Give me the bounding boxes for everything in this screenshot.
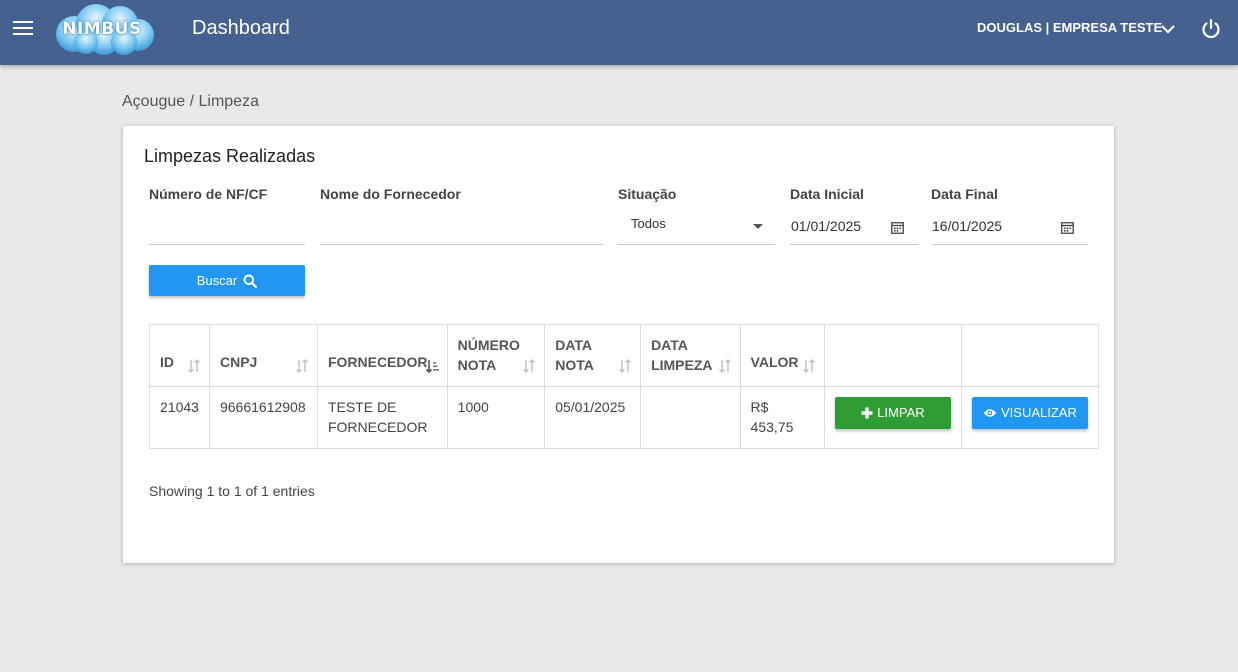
- header-action-limpar: [823, 324, 962, 387]
- limpezas-table: ID CNPJ FORNECEDOR NÚMERO NOTA DATA NOTA…: [149, 324, 1100, 449]
- table-header-row: ID CNPJ FORNECEDOR NÚMERO NOTA DATA NOTA…: [149, 324, 1100, 387]
- sort-asc-icon: [425, 360, 439, 374]
- card-title: Limpezas Realizadas: [144, 146, 316, 166]
- header-data-nota[interactable]: DATA NOTA: [544, 324, 642, 387]
- fornecedor-label: Nome do Fornecedor: [320, 186, 461, 202]
- limpar-label: LIMPAR: [877, 405, 925, 420]
- limpezas-card: Limpezas Realizadas Número de NF/CF Nome…: [123, 126, 1114, 563]
- search-icon: [243, 274, 258, 288]
- data-inicial-label: Data Inicial: [790, 186, 864, 202]
- caret-down-icon: [753, 224, 763, 229]
- cell-visualizar: VISUALIZAR: [960, 386, 1100, 449]
- data-final-input[interactable]: 16/01/2025: [931, 210, 1088, 245]
- cell-valor: R$ 453,75: [739, 386, 825, 449]
- breadcrumb: Açougue / Limpeza: [122, 93, 259, 110]
- calendar-icon[interactable]: [891, 221, 904, 234]
- hamburger-icon[interactable]: [13, 20, 35, 37]
- entries-info: Showing 1 to 1 of 1 entries: [149, 483, 315, 499]
- header-data-limpeza[interactable]: DATA LIMPEZA: [640, 324, 741, 387]
- user-company-label[interactable]: DOUGLAS | EMPRESA TESTE: [977, 20, 1162, 35]
- nf-label: Número de NF/CF: [149, 186, 268, 202]
- visualizar-label: VISUALIZAR: [1000, 405, 1077, 420]
- power-icon[interactable]: [1200, 18, 1222, 40]
- cell-cnpj: 96661612908: [208, 386, 318, 449]
- cell-numero-nota: 1000: [446, 386, 546, 449]
- fornecedor-input[interactable]: [320, 210, 603, 245]
- cell-data-limpeza: [640, 386, 741, 449]
- calendar-icon[interactable]: [1061, 221, 1074, 234]
- situacao-value: Todos: [631, 216, 666, 231]
- header-cnpj[interactable]: CNPJ: [208, 324, 318, 387]
- sort-icon: [802, 358, 815, 374]
- cell-fornecedor: TESTE DE FORNECEDOR: [316, 386, 448, 449]
- buscar-label: Buscar: [196, 273, 238, 288]
- cell-id: 21043: [149, 386, 210, 449]
- eye-icon: [983, 409, 997, 417]
- sort-icon: [295, 358, 308, 374]
- situacao-select[interactable]: Todos: [618, 210, 775, 245]
- header-id[interactable]: ID: [149, 324, 210, 387]
- chevron-down-icon[interactable]: [1160, 22, 1176, 36]
- sort-icon: [718, 358, 731, 374]
- header-fornecedor[interactable]: FORNECEDOR: [316, 324, 448, 387]
- visualizar-button[interactable]: VISUALIZAR: [971, 397, 1088, 429]
- data-inicial-value: 01/01/2025: [791, 218, 862, 234]
- sort-icon: [523, 358, 536, 374]
- table-row: 21043 96661612908 TESTE DE FORNECEDOR 10…: [149, 386, 1100, 449]
- situacao-label: Situação: [618, 186, 677, 202]
- header-numero-nota[interactable]: NÚMERO NOTA: [446, 324, 546, 387]
- data-final-value: 16/01/2025: [932, 218, 1003, 234]
- cell-limpar: LIMPAR: [823, 386, 962, 449]
- buscar-button[interactable]: Buscar: [149, 265, 305, 296]
- sort-icon: [619, 358, 632, 374]
- limpar-button[interactable]: LIMPAR: [834, 397, 951, 429]
- data-final-label: Data Final: [931, 186, 998, 202]
- plus-icon: [861, 407, 873, 419]
- nf-input[interactable]: [149, 210, 305, 245]
- top-bar: NIMBUS Dashboard DOUGLAS | EMPRESA TESTE: [0, 0, 1238, 65]
- page-title: Dashboard: [192, 17, 290, 39]
- nimbus-logo[interactable]: NIMBUS: [52, 2, 158, 56]
- logo-text: NIMBUS: [62, 19, 142, 39]
- cell-data-nota: 05/01/2025: [544, 386, 642, 449]
- data-inicial-input[interactable]: 01/01/2025: [790, 210, 918, 245]
- header-action-visualizar: [960, 324, 1100, 387]
- header-valor[interactable]: VALOR: [739, 324, 825, 387]
- sort-icon: [187, 358, 201, 374]
